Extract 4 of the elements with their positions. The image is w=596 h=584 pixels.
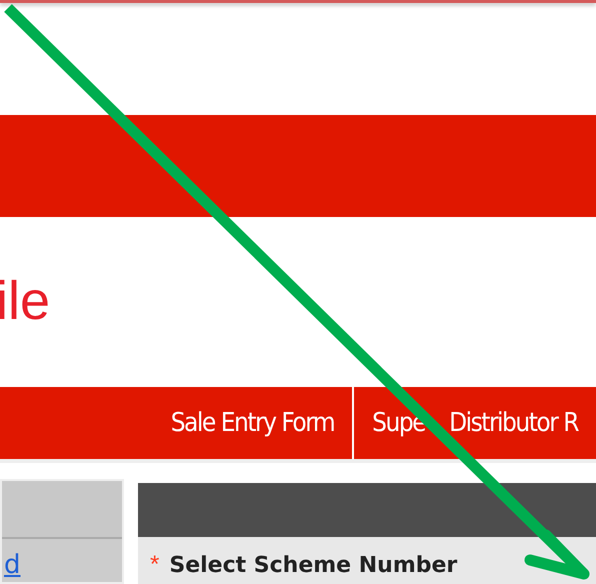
field-label: Select Scheme Number [169,554,458,578]
nav-link[interactable]: Sale Entry Form [152,387,352,459]
required-mark: * [150,551,160,579]
sidebar-link[interactable]: d [4,551,21,580]
